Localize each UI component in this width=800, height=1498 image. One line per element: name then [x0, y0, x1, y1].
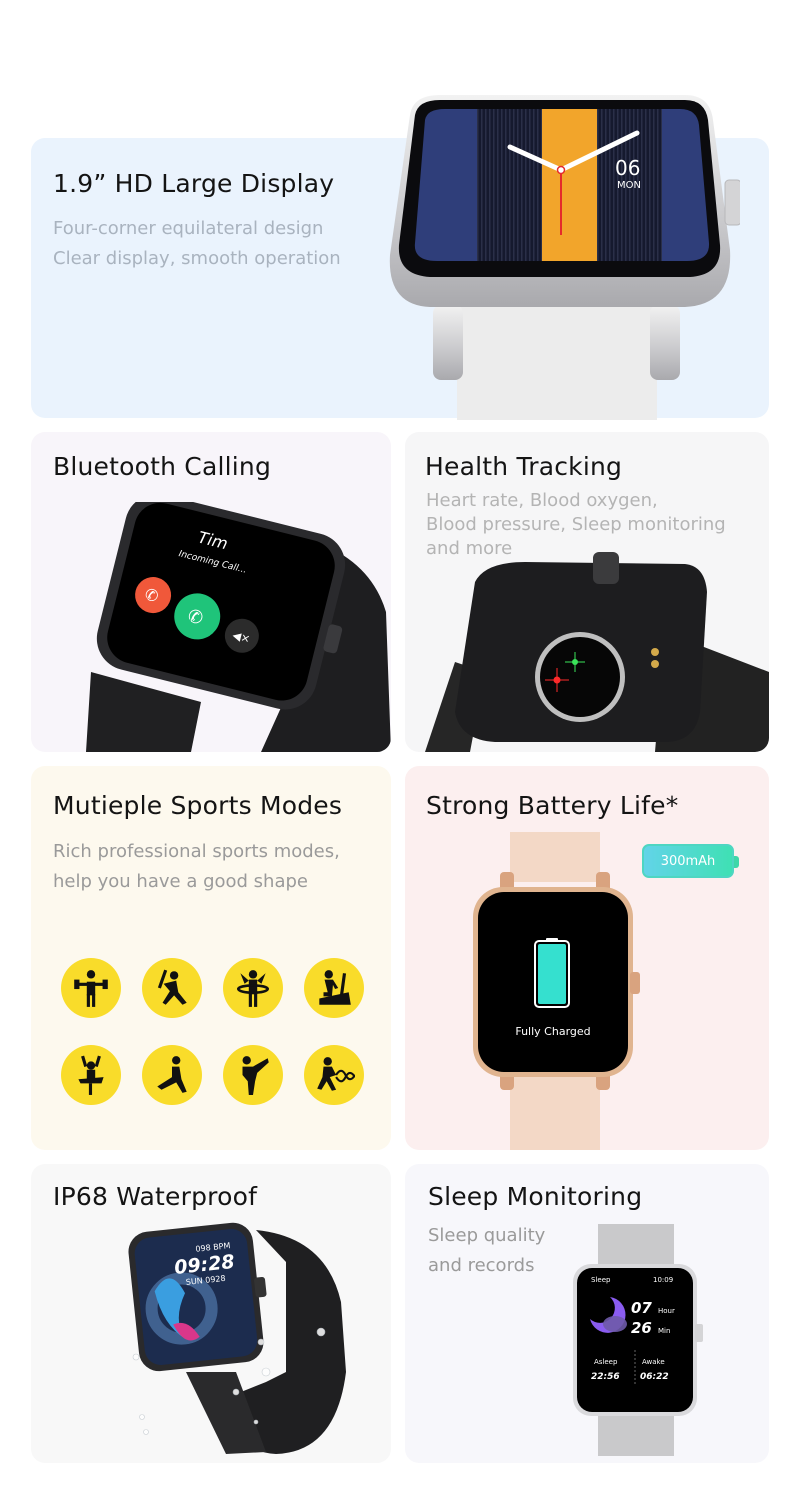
battery-capacity-badge: 300mAh: [642, 844, 739, 878]
black-watch-calling-image: Tim Incoming Call... ✆ ✆ ◀×: [86, 502, 391, 752]
feature-title: 1.9” HD Large Display: [53, 169, 335, 198]
feature-bluetooth-panel: Bluetooth Calling Tim Incoming Call... ✆…: [31, 432, 391, 752]
stretching-icon: [142, 1045, 202, 1105]
sleep-screen-label: Sleep: [591, 1276, 611, 1284]
hula-hoop-icon: [223, 958, 283, 1018]
feature-health-panel: Health Tracking Heart rate, Blood oxygen…: [405, 432, 769, 752]
feature-title: Sleep Monitoring: [428, 1182, 643, 1211]
feature-desc-line: and records: [428, 1255, 535, 1276]
feature-battery-panel: Strong Battery Life* 300mAh Fully Charge…: [405, 766, 769, 1150]
sleep-screen-clock: 10:09: [653, 1276, 673, 1284]
feature-desc-line: Heart rate, Blood oxygen,: [426, 490, 658, 511]
sleep-hours-unit: Hour: [658, 1307, 675, 1315]
weightlifting-icon: [61, 958, 121, 1018]
battle-rope-icon: [304, 1045, 364, 1105]
feature-desc-line: help you have a good shape: [53, 871, 308, 892]
feature-sleep-panel: Sleep Monitoring Sleep quality and recor…: [405, 1164, 769, 1463]
awake-time: 06:22: [640, 1372, 669, 1382]
silver-watch-image: 06 MON: [389, 95, 740, 420]
asleep-label: Asleep: [594, 1358, 618, 1366]
asleep-time: 22:56: [591, 1372, 620, 1382]
watch-day: 06: [615, 156, 640, 180]
elliptical-trainer-icon: [304, 958, 364, 1018]
sleep-hours: 07: [631, 1299, 652, 1317]
watch-weekday: MON: [617, 180, 641, 191]
sports-modes-grid: [61, 958, 371, 1105]
feature-title: Bluetooth Calling: [53, 452, 272, 481]
feature-desc-line: Rich professional sports modes,: [53, 841, 340, 862]
feature-title: Mutieple Sports Modes: [53, 791, 343, 820]
watch-back-sensor-image: [425, 552, 769, 752]
ballet-icon: [61, 1045, 121, 1105]
sleep-watch-image: Sleep 10:09 07 Hour 26 Min Asleep 22:56 …: [573, 1224, 703, 1456]
feature-title: Health Tracking: [425, 452, 623, 481]
feature-desc-line: Four-corner equilateral design: [53, 218, 324, 239]
battery-fill: [538, 944, 566, 1004]
sleep-minutes-unit: Min: [658, 1327, 670, 1335]
waterproof-watch-image: 098 BPM 09:28 SUN 0928: [128, 1222, 346, 1454]
martial-arts-icon: [223, 1045, 283, 1105]
feature-desc-line: Clear display, smooth operation: [53, 248, 341, 269]
feature-waterproof-panel: IP68 Waterproof 098 BPM 09:28 SUN 0928: [31, 1164, 391, 1463]
feature-title: IP68 Waterproof: [53, 1182, 258, 1211]
charge-status: Fully Charged: [515, 1025, 590, 1038]
baseball-icon: [142, 958, 202, 1018]
feature-sports-panel: Mutieple Sports Modes Rich professional …: [31, 766, 391, 1150]
awake-label: Awake: [642, 1358, 665, 1366]
sleep-minutes: 26: [631, 1319, 652, 1337]
feature-desc-line: Blood pressure, Sleep monitoring: [426, 514, 726, 535]
rose-gold-watch-image: Fully Charged: [473, 832, 640, 1150]
feature-desc-line: Sleep quality: [428, 1225, 546, 1246]
feature-title: Strong Battery Life*: [426, 791, 679, 820]
